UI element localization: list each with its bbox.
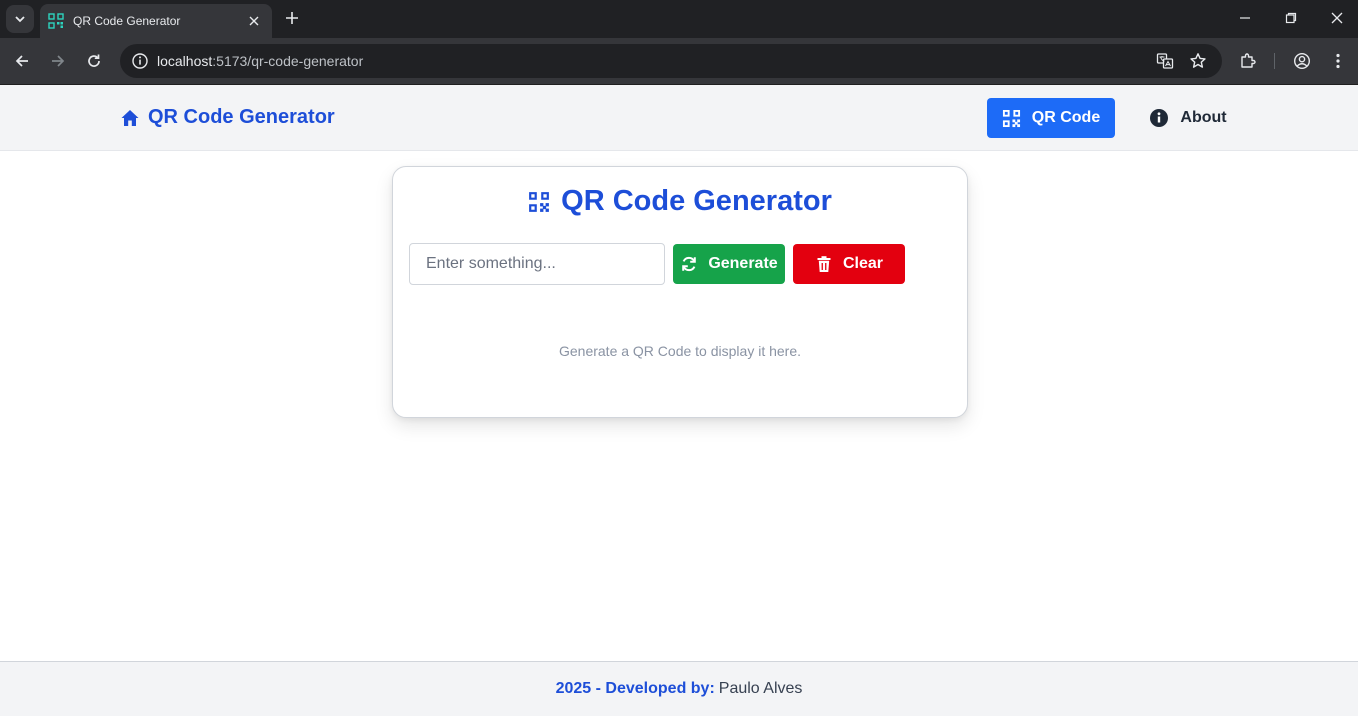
chevron-down-icon <box>15 16 25 23</box>
info-icon <box>1150 109 1169 127</box>
footer-prefix: 2025 - Developed by: <box>555 680 715 697</box>
clear-button-label: Clear <box>842 255 884 272</box>
qr-text-input[interactable] <box>409 243 665 285</box>
qr-code-icon <box>529 191 550 212</box>
generate-button[interactable]: Generate <box>673 244 785 284</box>
translate-icon[interactable] <box>1153 49 1177 73</box>
nav-qr-code-button[interactable]: QR Code <box>987 98 1115 138</box>
url-host: localhost <box>157 53 213 69</box>
close-window-icon[interactable] <box>1314 0 1358 36</box>
minimize-window-icon[interactable] <box>1222 0 1268 36</box>
bookmark-star-icon[interactable] <box>1186 49 1210 73</box>
brand-link[interactable]: QR Code Generator <box>120 106 335 129</box>
clear-button[interactable]: Clear <box>793 244 905 284</box>
address-bar[interactable]: localhost:5173/qr-code-generator <box>120 44 1222 78</box>
site-info-icon[interactable] <box>128 49 152 73</box>
close-tab-icon[interactable] <box>246 13 262 29</box>
profile-avatar-icon[interactable] <box>1288 47 1316 75</box>
generate-button-label: Generate <box>708 255 778 272</box>
extensions-puzzle-icon[interactable] <box>1234 47 1262 75</box>
home-icon <box>121 109 139 126</box>
empty-state-message: Generate a QR Code to display it here. <box>558 343 802 359</box>
reload-icon[interactable] <box>80 47 108 75</box>
brand-title: QR Code Generator <box>148 106 335 128</box>
app-header: QR Code Generator QR Code About <box>0 85 1358 151</box>
forward-arrow-icon[interactable] <box>44 47 72 75</box>
qr-code-icon <box>1002 109 1020 127</box>
browser-menu-kebab-icon[interactable] <box>1324 47 1352 75</box>
new-tab-plus-icon[interactable] <box>282 8 302 28</box>
qr-generator-card: QR Code Generator Generate Clear Generat… <box>392 166 968 418</box>
qr-code-favicon-icon <box>48 13 64 29</box>
browser-tab[interactable]: QR Code Generator <box>40 4 272 38</box>
card-title: QR Code Generator <box>393 185 967 218</box>
back-arrow-icon[interactable] <box>8 47 36 75</box>
card-title-text: QR Code Generator <box>561 185 832 217</box>
browser-tab-strip: QR Code Generator <box>0 0 1358 38</box>
toolbar-divider <box>1274 53 1275 69</box>
tab-search-button[interactable] <box>6 5 34 33</box>
trash-icon <box>817 256 831 272</box>
footer-author: Paulo Alves <box>718 680 803 697</box>
refresh-icon <box>682 256 697 272</box>
page-footer: 2025 - Developed by: Paulo Alves <box>0 661 1358 716</box>
url-path: :5173/qr-code-generator <box>212 53 364 69</box>
nav-about-link[interactable]: About <box>1138 98 1238 138</box>
browser-toolbar: localhost:5173/qr-code-generator <box>0 38 1358 85</box>
tab-title: QR Code Generator <box>73 14 181 28</box>
nav-about-label: About <box>1180 109 1227 126</box>
restore-window-icon[interactable] <box>1268 0 1314 36</box>
nav-qr-code-label: QR Code <box>1031 109 1101 126</box>
url-text: localhost:5173/qr-code-generator <box>157 44 363 78</box>
